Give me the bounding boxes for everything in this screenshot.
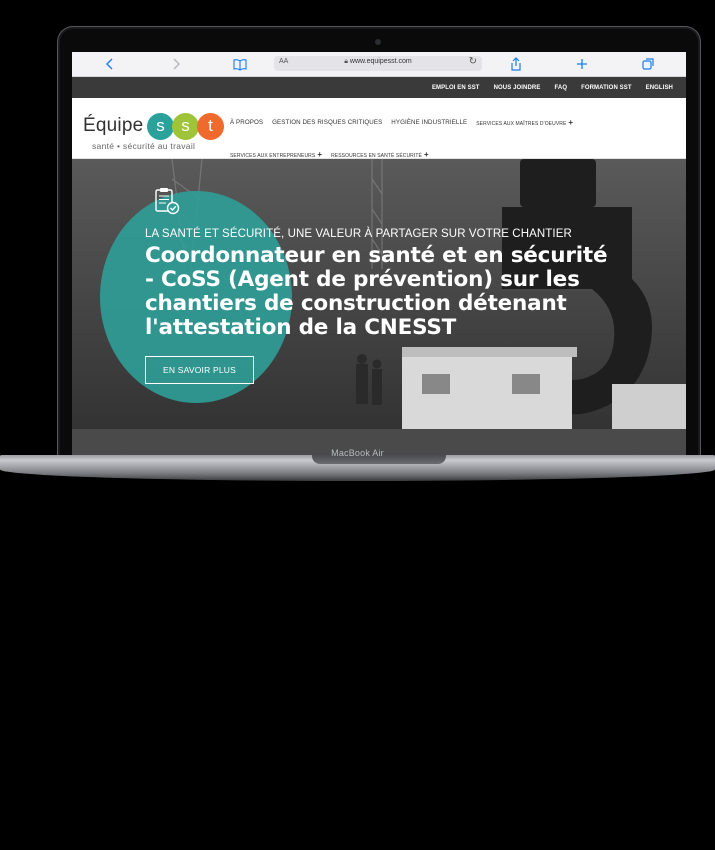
logo-circle-t: t xyxy=(197,113,224,140)
nav-link-contact[interactable]: NOUS JOINDRE xyxy=(487,85,548,91)
device-model-label: MacBook Air xyxy=(331,448,384,458)
nav-item-a-propos[interactable]: À PROPOS xyxy=(230,119,263,126)
nav-item-label: SERVICES AUX MAÎTRES D'OEUVRE xyxy=(476,120,567,127)
utility-nav: EMPLOI EN SST NOUS JOINDRE FAQ FORMATION… xyxy=(72,77,686,98)
logo-circle-s2: s xyxy=(172,113,199,140)
nav-item-risques[interactable]: GESTION DES RISQUES CRITIQUES xyxy=(272,119,382,126)
share-icon[interactable] xyxy=(508,56,524,72)
nav-link-emploi[interactable]: EMPLOI EN SST xyxy=(425,85,487,91)
expand-icon[interactable]: + xyxy=(317,150,322,159)
plus-icon[interactable] xyxy=(574,56,590,72)
laptop-lid: AA 🔒︎ www.equipesst.com ↻ EMPLOI EN SST … xyxy=(57,26,701,466)
nav-link-formation[interactable]: FORMATION SST xyxy=(574,85,639,91)
chevron-right-icon[interactable] xyxy=(168,56,184,72)
nav-item-ressources[interactable]: RESSOURCES EN SANTÉ SÉCURITÉ + xyxy=(331,150,429,159)
lock-icon: 🔒︎ xyxy=(344,58,348,65)
laptop-base xyxy=(0,455,715,481)
chevron-left-icon[interactable] xyxy=(102,56,118,72)
address-bar[interactable]: AA 🔒︎ www.equipesst.com ↻ xyxy=(274,56,482,71)
url-text: www.equipesst.com xyxy=(349,58,412,65)
logo-circle-s1: s xyxy=(147,113,174,140)
clipboard-check-icon xyxy=(152,186,182,216)
hero-headline: Coordonnateur en santé et en sécurité - … xyxy=(145,243,608,340)
nav-item-hygiene[interactable]: HYGIÈNE INDUSTRIELLE xyxy=(391,119,467,126)
site-header: Équipe s s t santé • sécurité au travail… xyxy=(72,98,686,159)
main-nav: À PROPOS GESTION DES RISQUES CRITIQUES H… xyxy=(230,116,680,160)
logo-tagline: santé • sécurité au travail xyxy=(92,141,196,151)
laptop-screen: AA 🔒︎ www.equipesst.com ↻ EMPLOI EN SST … xyxy=(72,52,686,462)
logo-word: Équipe xyxy=(83,115,144,136)
nav-item-maitres-oeuvre[interactable]: SERVICES AUX MAÎTRES D'OEUVRE + xyxy=(476,118,573,127)
learn-more-button[interactable]: EN SAVOIR PLUS xyxy=(145,356,254,384)
browser-toolbar: AA 🔒︎ www.equipesst.com ↻ xyxy=(72,52,686,77)
nav-link-faq[interactable]: FAQ xyxy=(547,85,574,91)
hero-kicker: LA SANTÉ ET SÉCURITÉ, UNE VALEUR À PARTA… xyxy=(145,228,572,240)
reload-icon[interactable]: ↻ xyxy=(469,56,477,67)
nav-item-entrepreneurs[interactable]: SERVICES AUX ENTREPRENEURS + xyxy=(230,150,322,159)
nav-link-english[interactable]: ENGLISH xyxy=(639,85,680,91)
camera-icon xyxy=(375,39,381,45)
expand-icon[interactable]: + xyxy=(424,150,429,159)
hero-banner: LA SANTÉ ET SÉCURITÉ, UNE VALEUR À PARTA… xyxy=(72,159,686,462)
expand-icon[interactable]: + xyxy=(568,118,573,127)
tabs-icon[interactable] xyxy=(640,56,656,72)
nav-item-label: RESSOURCES EN SANTÉ SÉCURITÉ xyxy=(331,152,422,159)
book-icon[interactable] xyxy=(232,56,248,72)
site-logo[interactable]: Équipe s s t santé • sécurité au travail xyxy=(83,112,224,152)
nav-item-label: SERVICES AUX ENTREPRENEURS xyxy=(230,152,316,159)
